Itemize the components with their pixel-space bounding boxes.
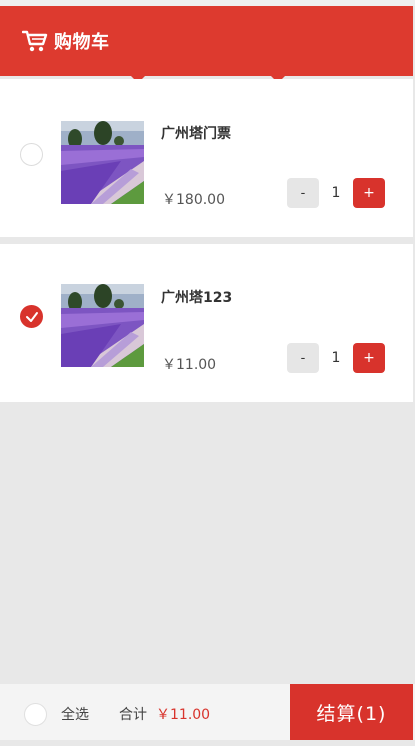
- quantity-value[interactable]: 1: [319, 350, 353, 366]
- bottom-strip: [0, 740, 415, 746]
- select-all-checkbox[interactable]: [24, 703, 47, 726]
- decrease-quantity-button[interactable]: -: [287, 343, 319, 373]
- product-thumbnail[interactable]: [61, 121, 144, 204]
- item-select-checkbox[interactable]: [20, 143, 43, 166]
- product-thumbnail[interactable]: [61, 284, 144, 367]
- total-value: ￥11.00: [156, 707, 211, 723]
- quantity-stepper: - 1 +: [287, 343, 385, 373]
- increase-quantity-button[interactable]: +: [353, 178, 385, 208]
- product-name[interactable]: 广州塔123: [161, 287, 232, 307]
- shopping-cart-page: 购物车 广州塔门票 ￥180.00 - 1 + 广州塔123 ￥11.00 - …: [0, 0, 415, 746]
- product-name[interactable]: 广州塔门票: [161, 123, 231, 143]
- page-title: 购物车: [54, 32, 110, 53]
- quantity-stepper: - 1 +: [287, 178, 385, 208]
- decrease-quantity-button[interactable]: -: [287, 178, 319, 208]
- checkout-button[interactable]: 结算(1): [290, 684, 413, 740]
- checkmark-icon: [25, 311, 38, 322]
- header-bar: 购物车: [0, 6, 413, 76]
- total-label: 合计: [119, 707, 147, 723]
- quantity-value[interactable]: 1: [319, 185, 353, 201]
- checkout-bar: 全选 合计 ￥11.00 结算(1): [0, 684, 415, 740]
- item-select-checkbox[interactable]: [20, 305, 43, 328]
- product-price: ￥180.00: [162, 192, 225, 208]
- cart-item: 广州塔门票 ￥180.00 - 1 +: [0, 79, 413, 237]
- product-price: ￥11.00: [162, 357, 217, 373]
- shopping-cart-icon: [22, 30, 48, 52]
- cart-item: 广州塔123 ￥11.00 - 1 +: [0, 244, 413, 402]
- increase-quantity-button[interactable]: +: [353, 343, 385, 373]
- select-all-label[interactable]: 全选: [61, 704, 89, 724]
